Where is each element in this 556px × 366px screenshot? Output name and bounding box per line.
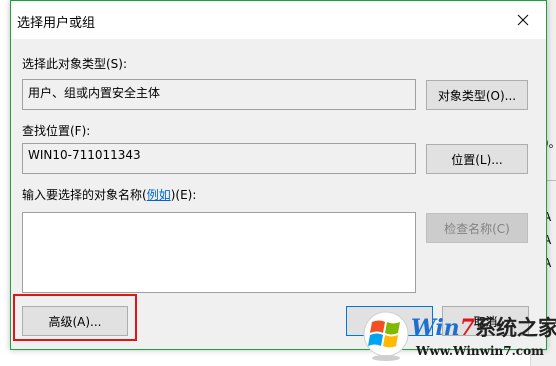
location-field: WIN10-711011343 [22, 143, 416, 174]
watermark-url: Www.Winwin7.com [416, 344, 544, 358]
dialog-title: 选择用户或组 [17, 16, 96, 31]
windows-logo-icon [363, 311, 409, 361]
close-icon [517, 14, 529, 26]
object-type-label: 选择此对象类型(S): [22, 57, 128, 71]
object-types-button[interactable]: 对象类型(O)... [426, 80, 528, 110]
watermark-brand: Win7系统之家 [411, 315, 556, 341]
location-label: 查找位置(F): [22, 124, 91, 138]
check-names-button[interactable]: 检查名称(C) [426, 213, 528, 243]
object-names-input[interactable] [22, 212, 416, 293]
annotation-highlight-box [13, 294, 137, 341]
locations-button[interactable]: 位置(L)... [426, 144, 528, 174]
examples-link[interactable]: 例如 [147, 188, 171, 202]
object-names-label: 输入要选择的对象名称(例如)(E): [22, 188, 197, 202]
title-bar[interactable]: 选择用户或组 [11, 1, 546, 39]
screen: 组)。 \A \A \A 选择用户或组 选择此对象类型(S): 用户、组或内置安… [0, 0, 556, 366]
site-watermark: Win7系统之家 Www.Winwin7.com [356, 308, 556, 366]
close-button[interactable] [500, 1, 546, 39]
object-type-field: 用户、组或内置安全主体 [22, 79, 416, 110]
